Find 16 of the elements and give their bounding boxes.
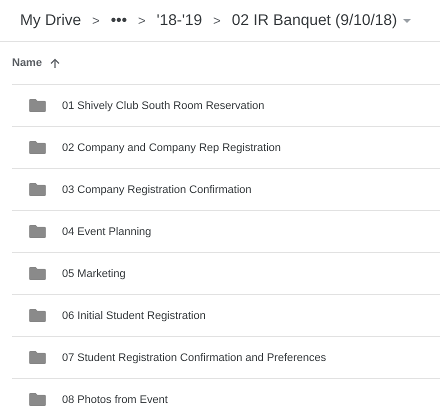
current-folder-title[interactable]: 02 IR Banquet (9/10/18) (232, 12, 398, 30)
folder-name[interactable]: 08 Photos from Event (62, 394, 168, 406)
breadcrumb-separator: > (92, 13, 100, 28)
breadcrumb-separator: > (213, 13, 221, 28)
folder-name[interactable]: 05 Marketing (62, 268, 126, 280)
folder-name[interactable]: 01 Shively Club South Room Reservation (62, 100, 264, 112)
folder-name[interactable]: 06 Initial Student Registration (62, 310, 206, 322)
breadcrumb-link[interactable]: '18-'19 (156, 12, 202, 30)
breadcrumb-link[interactable]: My Drive (20, 12, 82, 30)
folder-name[interactable]: 04 Event Planning (62, 226, 152, 238)
name-column-header[interactable]: Name (12, 57, 42, 69)
folder-name[interactable]: 02 Company and Company Rep Registration (62, 142, 281, 154)
breadcrumb-separator: > (138, 13, 146, 28)
folder-name[interactable]: 03 Company Registration Confirmation (62, 184, 252, 196)
breadcrumb-link[interactable]: ••• (110, 12, 128, 30)
folder-name[interactable]: 07 Student Registration Confirmation and Preferences (62, 352, 326, 364)
